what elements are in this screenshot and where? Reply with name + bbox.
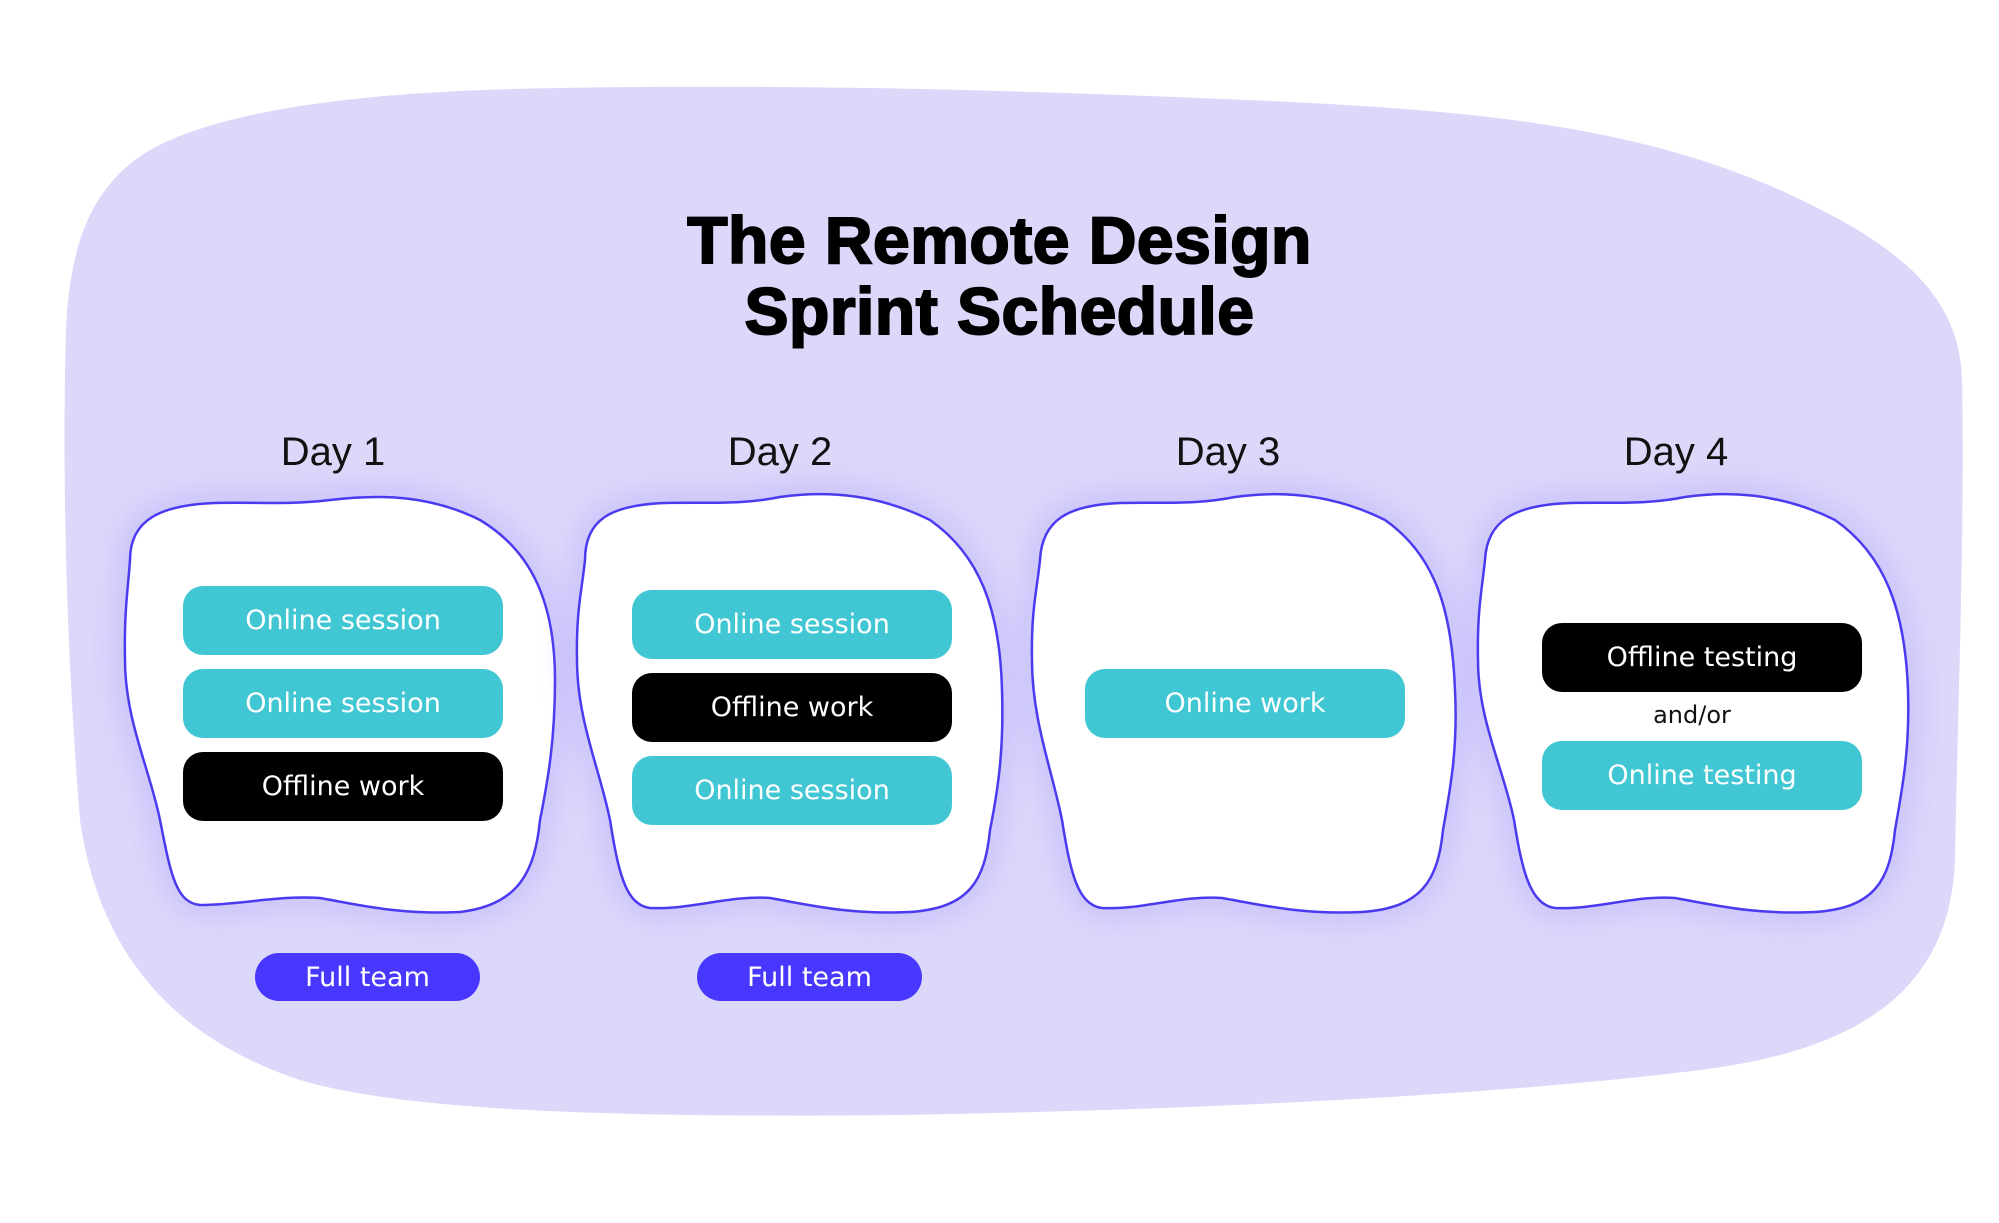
- day-1-online-session-2[interactable]: Online session: [183, 669, 503, 738]
- day-4-offline-testing[interactable]: Offline testing: [1542, 623, 1862, 692]
- day-1-online-session-1[interactable]: Online session: [183, 586, 503, 655]
- day-2-full-team-badge: Full team: [697, 953, 922, 1001]
- day-4-and-or-connector: and/or: [1653, 701, 1731, 729]
- day-1-full-team-badge: Full team: [255, 953, 480, 1001]
- day-4-online-testing[interactable]: Online testing: [1542, 741, 1862, 810]
- day-2-online-session-1[interactable]: Online session: [632, 590, 952, 659]
- day-3-online-work[interactable]: Online work: [1085, 669, 1405, 738]
- day-2-online-session-2[interactable]: Online session: [632, 756, 952, 825]
- day-1-offline-work[interactable]: Offline work: [183, 752, 503, 821]
- day-2-offline-work[interactable]: Offline work: [632, 673, 952, 742]
